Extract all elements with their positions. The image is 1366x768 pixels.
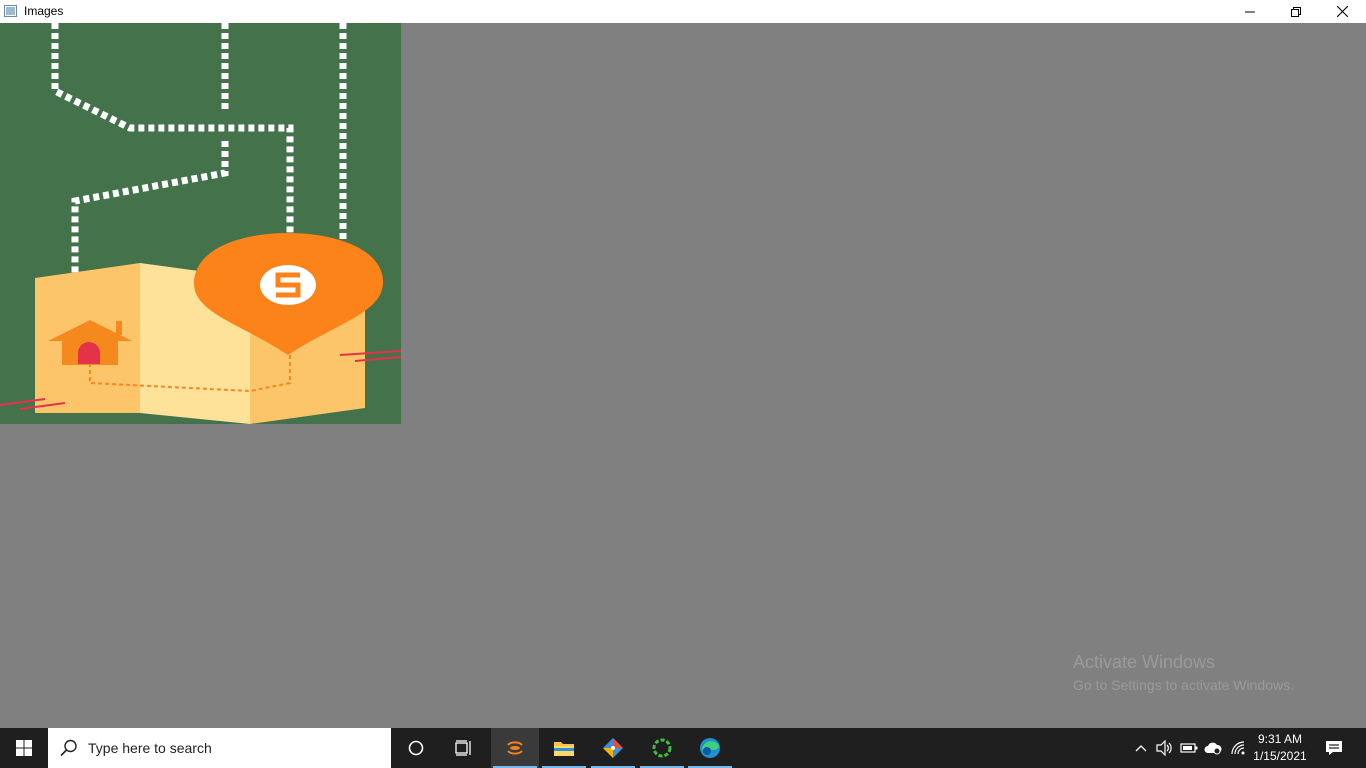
action-center-button[interactable] (1322, 728, 1346, 768)
battery-button[interactable] (1180, 739, 1198, 757)
app-active-icon (507, 741, 523, 755)
windows-logo-icon (16, 740, 32, 756)
taskbar-search-box[interactable]: Type here to search (48, 728, 391, 768)
activation-watermark: Activate Windows Go to Settings to activ… (1073, 651, 1294, 695)
window-title: Images (24, 4, 64, 18)
watermark-subtitle: Go to Settings to activate Windows. (1073, 677, 1294, 693)
git-app-button[interactable] (589, 728, 637, 768)
show-hidden-icons-button[interactable] (1132, 739, 1150, 757)
search-icon (60, 739, 77, 757)
cloud-button[interactable] (1204, 739, 1222, 757)
taskbar-clock[interactable]: 9:31 AM 1/15/2021 (1249, 731, 1311, 765)
wifi-icon (1231, 741, 1245, 755)
minimize-button[interactable] (1227, 0, 1273, 23)
minimize-icon (1245, 11, 1255, 12)
edge-browser-icon (700, 738, 720, 758)
window-title-bar[interactable]: Images (0, 0, 1366, 23)
restore-icon (1291, 6, 1301, 17)
cortana-icon (408, 740, 424, 756)
taskbar-app-active[interactable] (491, 728, 539, 768)
task-view-button[interactable] (440, 728, 488, 768)
close-button[interactable] (1319, 0, 1365, 23)
watermark-title: Activate Windows (1073, 652, 1216, 672)
volume-icon (1156, 740, 1172, 756)
notification-icon (1326, 741, 1342, 755)
network-button[interactable] (1229, 739, 1247, 757)
map-location-illustration (0, 23, 401, 424)
taskbar: Type here to search 9:31 AM 1/15/2021 (0, 728, 1366, 768)
restore-button[interactable] (1273, 0, 1319, 23)
search-placeholder: Type here to search (88, 740, 212, 756)
chevron-up-icon (1135, 745, 1147, 752)
clock-time: 9:31 AM (1257, 732, 1303, 746)
edge-browser-button[interactable] (686, 728, 734, 768)
git-app-icon (603, 738, 623, 758)
battery-icon (1180, 743, 1198, 753)
volume-button[interactable] (1156, 739, 1174, 757)
cortana-button[interactable] (392, 728, 440, 768)
file-explorer-icon (554, 742, 574, 756)
start-button[interactable] (0, 728, 48, 768)
file-explorer-button[interactable] (540, 728, 588, 768)
task-view-icon (455, 740, 471, 756)
window-app-icon (4, 5, 17, 17)
close-icon (1336, 6, 1348, 17)
loading-ring-icon (652, 738, 672, 758)
clock-date: 1/15/2021 (1253, 749, 1307, 763)
cloud-icon (1204, 742, 1222, 755)
loading-app-button[interactable] (638, 728, 686, 768)
